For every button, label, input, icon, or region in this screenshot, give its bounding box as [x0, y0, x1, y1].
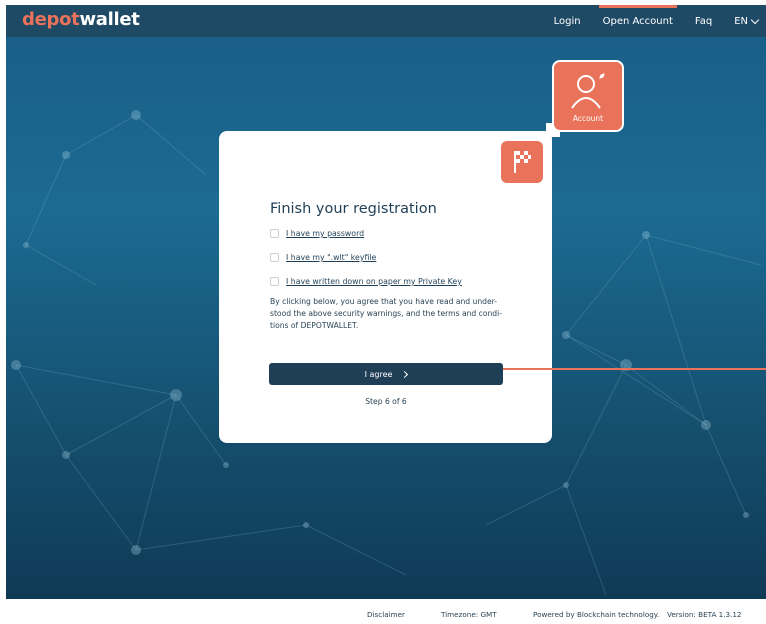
main-nav: Login Open Account Faq EN: [554, 5, 766, 37]
keyfile-checkbox[interactable]: [270, 253, 279, 262]
footer: Disclaimer Timezone: GMT Powered by Bloc…: [0, 599, 766, 624]
user-icon: [571, 73, 605, 109]
language-value: EN: [734, 15, 748, 27]
nav-faq[interactable]: Faq: [695, 5, 712, 37]
terms-line: stood the above security warnings, and t…: [270, 309, 502, 318]
app-frame: depotwallet Login Open Account Faq EN Ac…: [6, 5, 766, 599]
account-step-tab: Account: [552, 60, 624, 132]
step-indicator: Step 6 of 6: [365, 397, 407, 406]
nav-open-account[interactable]: Open Account: [598, 5, 678, 37]
checkbox-row-keyfile[interactable]: I have my ".wlt" keyfile: [270, 253, 376, 262]
chevron-down-icon: [750, 15, 760, 24]
nav-login[interactable]: Login: [554, 5, 581, 37]
finish-step-badge: [501, 141, 543, 183]
footer-version: Version: BETA 1.3.12: [667, 610, 742, 619]
password-checkbox[interactable]: [270, 229, 279, 238]
terms-line: By clicking below, you agree that you ha…: [270, 297, 498, 306]
account-label: Account: [572, 114, 604, 123]
logo-part-depot: depot: [22, 9, 80, 30]
checkered-flag-icon: [514, 151, 531, 173]
password-checkbox-label[interactable]: I have my password: [286, 229, 364, 238]
terms-text: By clicking below, you agree that you ha…: [270, 296, 510, 332]
i-agree-label: I agree: [364, 369, 393, 379]
checkbox-row-private-key[interactable]: I have written down on paper my Private …: [270, 277, 462, 286]
language-selector[interactable]: EN: [734, 5, 760, 37]
depotwallet-logo[interactable]: depotwallet: [22, 9, 140, 30]
chevron-right-icon: [401, 370, 409, 378]
logo-part-wallet: wallet: [79, 9, 140, 30]
private-key-checkbox-label[interactable]: I have written down on paper my Private …: [286, 277, 462, 286]
top-navigation-bar: depotwallet Login Open Account Faq EN: [6, 5, 766, 37]
checkbox-row-password[interactable]: I have my password: [270, 229, 364, 238]
private-key-checkbox[interactable]: [270, 277, 279, 286]
footer-timezone: Timezone: GMT: [441, 610, 497, 619]
registration-card: Finish your registration I have my passw…: [219, 131, 552, 443]
keyfile-checkbox-label[interactable]: I have my ".wlt" keyfile: [286, 253, 376, 262]
footer-powered-by: Powered by Blockchain technology.: [533, 610, 660, 619]
page-title: Finish your registration: [270, 201, 437, 217]
progress-connector-line: [503, 368, 766, 370]
i-agree-button[interactable]: I agree: [269, 363, 503, 385]
footer-disclaimer-link[interactable]: Disclaimer: [367, 610, 405, 619]
terms-line: tions of DEPOTWALLET.: [270, 321, 359, 330]
